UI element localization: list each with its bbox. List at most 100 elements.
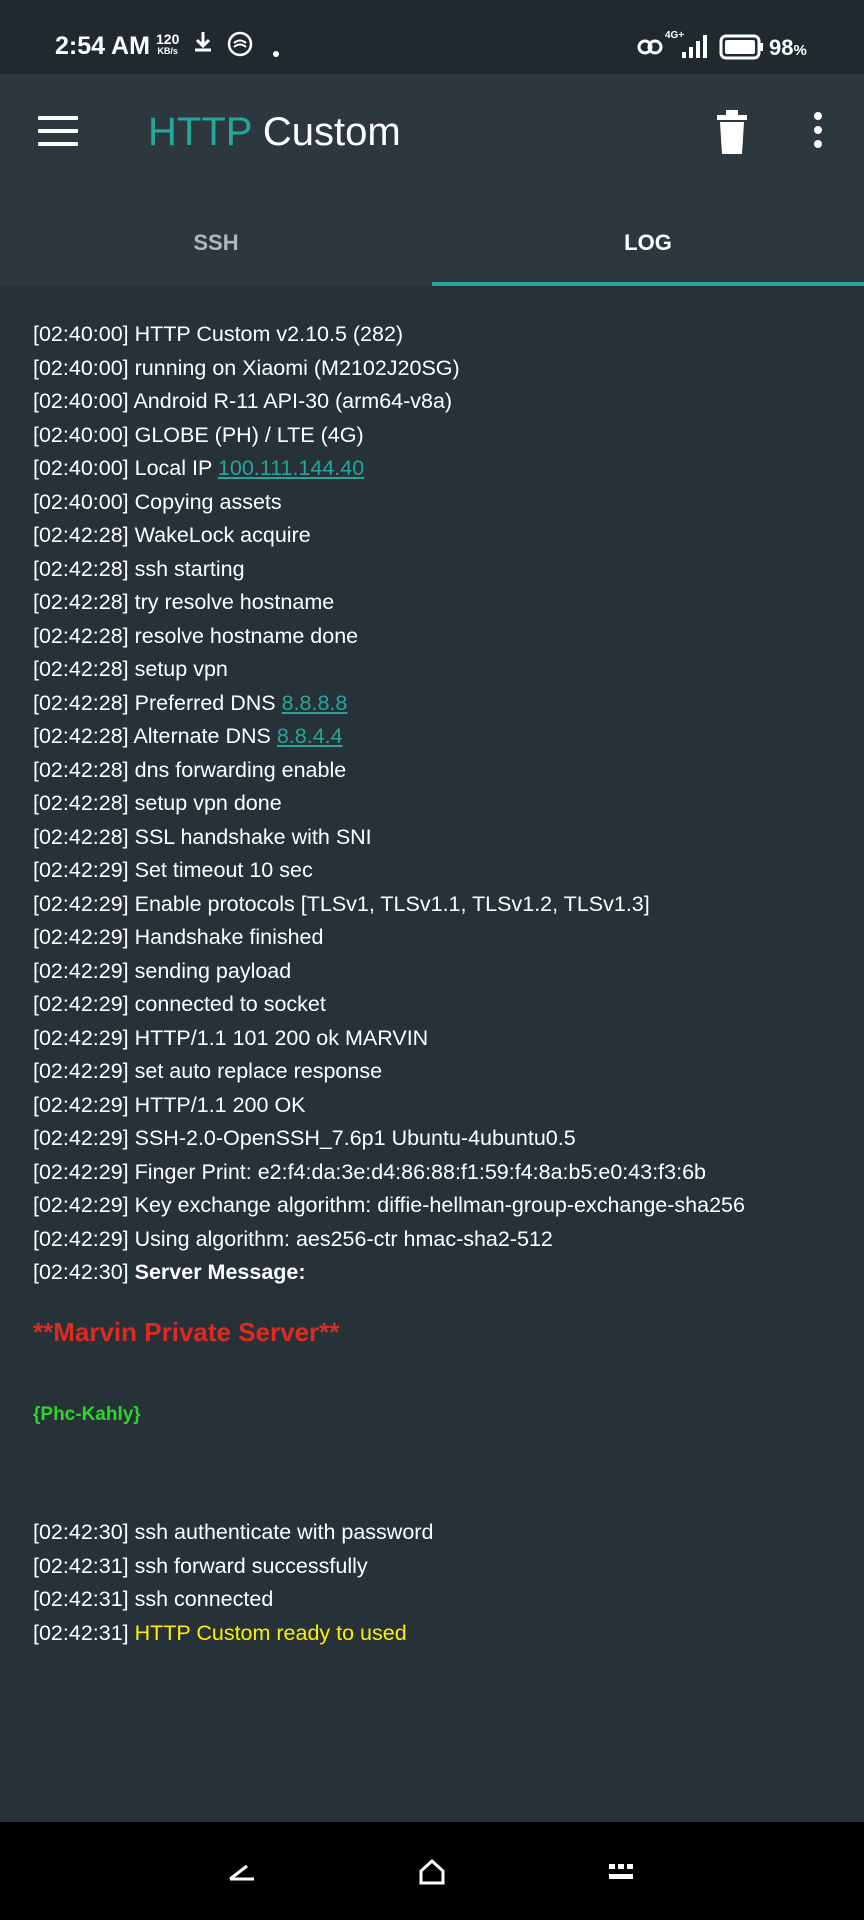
log-line: [02:42:31] ssh forward successfully <box>33 1550 833 1584</box>
app-title-http: HTTP <box>148 110 252 154</box>
battery-percent: 98% <box>769 35 807 61</box>
log-line: [02:42:29] HTTP/1.1 101 200 ok MARVIN <box>33 1022 833 1056</box>
log-message: Server Message: <box>134 1260 306 1284</box>
log-line: [02:42:29] HTTP/1.1 200 OK <box>33 1089 833 1123</box>
log-link[interactable]: 8.8.8.8 <box>282 691 348 715</box>
log-timestamp: [02:42:29] <box>33 1193 129 1217</box>
tab-ssh[interactable]: SSH <box>0 214 432 286</box>
log-timestamp: [02:42:29] <box>33 958 129 983</box>
log-line: [02:42:29] Using algorithm: aes256-ctr h… <box>33 1223 833 1257</box>
log-timestamp: [02:42:28] <box>33 791 129 815</box>
more-vertical-icon[interactable] <box>808 112 828 152</box>
log-line: [02:42:28] dns forwarding enable <box>33 754 833 788</box>
log-line: [02:42:31] ssh connected <box>33 1583 833 1617</box>
hotspot-icon <box>636 34 664 65</box>
home-icon[interactable] <box>418 1858 446 1891</box>
log-timestamp: [02:42:29] <box>33 1025 129 1050</box>
log-message: GLOBE (PH) / LTE (4G) <box>134 422 364 447</box>
log-message: ssh authenticate with password <box>134 1520 434 1544</box>
log-message: SSH-2.0-OpenSSH_7.6p1 Ubuntu-4ubuntu0.5 <box>134 1126 576 1150</box>
network-speed: 120 KB/s <box>156 32 179 56</box>
log-line: [02:40:00] Android R-11 API-30 (arm64-v8… <box>33 385 833 419</box>
tab-log[interactable]: LOG <box>432 214 864 286</box>
recents-icon[interactable] <box>608 1863 634 1886</box>
log-list: [02:40:00] HTTP Custom v2.10.5 (282) [02:… <box>33 318 833 1426</box>
log-line: [02:42:28] ssh starting <box>33 553 833 587</box>
log-timestamp: [02:40:00] <box>33 489 129 514</box>
log-timestamp: [02:42:28] <box>33 623 129 648</box>
log-timestamp: [02:42:29] <box>33 1092 129 1117</box>
log-message: dns forwarding enable <box>134 757 347 782</box>
log-timestamp: [02:42:28] <box>33 556 129 581</box>
log-message: connected to socket <box>134 992 326 1016</box>
log-line: [02:42:29] sending payload <box>33 955 833 989</box>
log-message: ssh starting <box>134 556 245 581</box>
log-line: [02:42:28] Preferred DNS 8.8.8.8 <box>33 687 833 721</box>
server-message-title: **Marvin Private Server** <box>33 1316 340 1347</box>
log-message: Copying assets <box>134 489 282 514</box>
log-line: [02:40:00] running on Xiaomi (M2102J20SG… <box>33 352 833 386</box>
log-message: Set timeout 10 sec <box>134 858 313 882</box>
log-timestamp: [02:42:28] <box>33 657 129 681</box>
app-title-custom: Custom <box>262 110 401 154</box>
log-line: [02:42:30] ssh authenticate with passwor… <box>33 1516 833 1550</box>
log-line: [02:40:00] HTTP Custom v2.10.5 (282) <box>33 318 833 352</box>
log-message: Local IP <box>134 456 212 480</box>
log-message: resolve hostname done <box>134 623 359 648</box>
log-timestamp: [02:42:28] <box>33 824 129 849</box>
signal-icon <box>680 34 710 63</box>
log-timestamp: [02:42:31] <box>33 1620 129 1645</box>
log-timestamp: [02:42:28] <box>33 724 129 748</box>
log-line: [02:42:28] setup vpn done <box>33 787 833 821</box>
log-message: ssh connected <box>134 1587 274 1611</box>
log-timestamp: [02:40:00] <box>33 456 129 480</box>
navigation-bar <box>0 1822 864 1920</box>
log-timestamp: [02:42:29] <box>33 1126 129 1150</box>
log-timestamp: [02:40:00] <box>33 322 129 346</box>
log-line: [02:40:00] GLOBE (PH) / LTE (4G) <box>33 419 833 453</box>
log-line: [02:42:28] setup vpn <box>33 653 833 687</box>
network-speed-unit: KB/s <box>157 46 178 56</box>
log-timestamp: [02:42:31] <box>33 1553 129 1578</box>
log-message: HTTP Custom v2.10.5 (282) <box>134 322 404 346</box>
log-timestamp: [02:42:29] <box>33 1226 129 1251</box>
log-timestamp: [02:42:29] <box>33 992 129 1016</box>
log-message: HTTP/1.1 200 OK <box>134 1092 306 1117</box>
app-notification-icon <box>226 30 254 63</box>
app-title: HTTP Custom <box>148 110 401 155</box>
log-timestamp: [02:42:28] <box>33 523 129 547</box>
log-message: Enable protocols [TLSv1, TLSv1.1, TLSv1.… <box>134 891 650 916</box>
log-line: [02:42:28] resolve hostname done <box>33 620 833 654</box>
log-message: Key exchange algorithm: diffie-hellman-g… <box>134 1193 745 1217</box>
log-message: HTTP Custom ready to used <box>134 1620 407 1645</box>
log-message: set auto replace response <box>134 1059 383 1083</box>
hamburger-menu-icon[interactable] <box>38 116 78 146</box>
log-message: try resolve hostname <box>134 590 335 614</box>
log-line: [02:42:28] SSL handshake with SNI <box>33 821 833 855</box>
log-link[interactable]: 8.8.4.4 <box>277 724 343 748</box>
log-line: [02:42:29] Key exchange algorithm: diffi… <box>33 1189 833 1223</box>
app-bar: HTTP Custom SSH LOG <box>0 74 864 286</box>
log-message: Handshake finished <box>134 925 324 949</box>
log-timestamp: [02:42:30] <box>33 1520 129 1544</box>
log-line: [02:42:28] WakeLock acquire <box>33 519 833 553</box>
log-line: [02:42:29] Handshake finished <box>33 921 833 955</box>
log-timestamp: [02:42:29] <box>33 891 129 916</box>
log-link[interactable]: 100.111.144.40 <box>218 456 364 480</box>
log-line: [02:42:28] Alternate DNS 8.8.4.4 <box>33 720 833 754</box>
log-message: sending payload <box>134 958 292 983</box>
log-line: [02:42:30] Server Message: <box>33 1256 833 1290</box>
log-line: [02:42:29] Finger Print: e2:f4:da:3e:d4:… <box>33 1156 833 1190</box>
status-time: 2:54 AM <box>55 32 150 60</box>
log-timestamp: [02:42:29] <box>33 858 129 882</box>
log-message: SSL handshake with SNI <box>134 824 372 849</box>
log-line: [02:42:29] SSH-2.0-OpenSSH_7.6p1 Ubuntu-… <box>33 1122 833 1156</box>
log-message: WakeLock acquire <box>134 523 311 547</box>
download-icon <box>192 30 214 59</box>
battery-value: 98 <box>769 35 794 60</box>
trash-icon[interactable] <box>716 110 748 154</box>
network-speed-value: 120 <box>156 31 180 47</box>
log-timestamp: [02:42:28] <box>33 757 129 782</box>
log-list-after: [02:42:30] ssh authenticate with passwor… <box>33 1516 833 1650</box>
back-icon[interactable] <box>227 1862 257 1887</box>
